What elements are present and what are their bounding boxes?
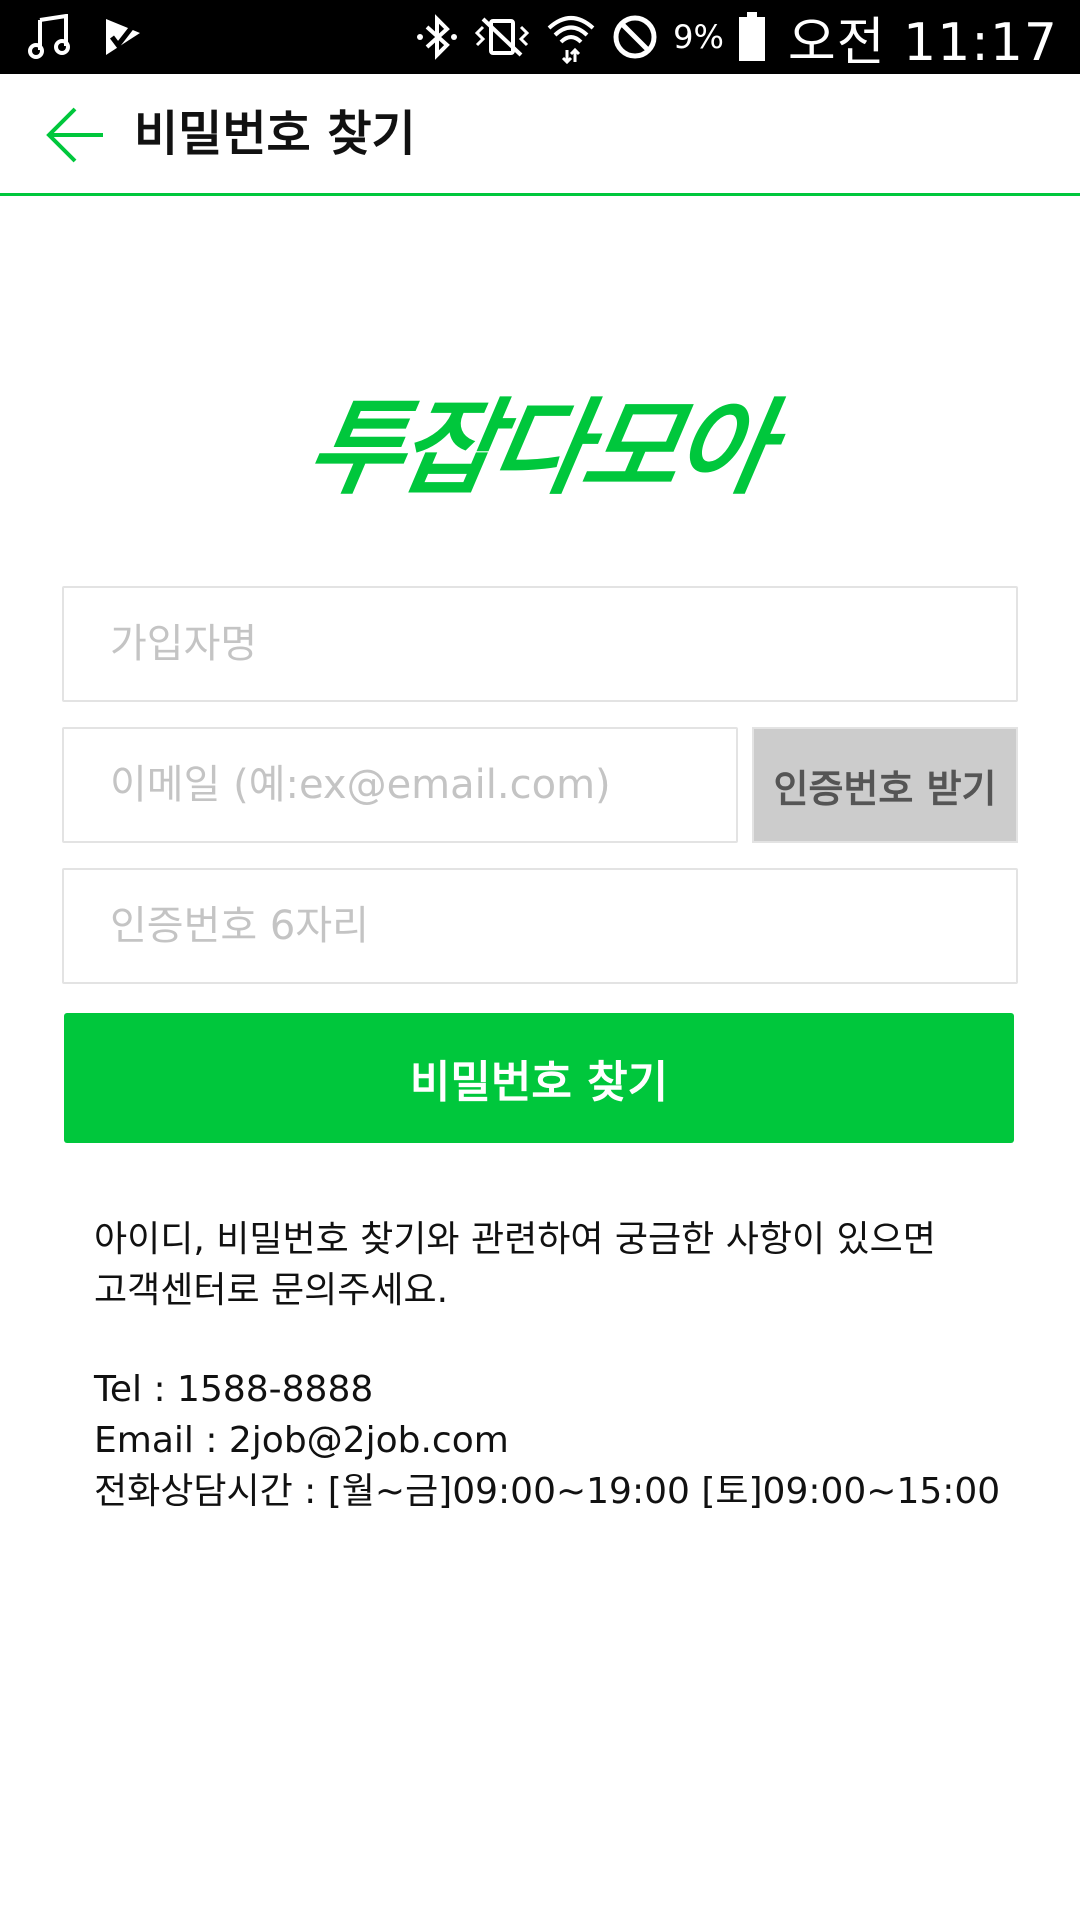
check-flag-icon <box>102 15 144 59</box>
find-password-button[interactable]: 비밀번호 찾기 <box>64 1013 1014 1143</box>
customer-center-info: 아이디, 비밀번호 찾기와 관련하여 궁금한 사항이 있으면 고객센터로 문의주… <box>94 1214 1014 1517</box>
status-bar-right: 9% 오전 11:17 <box>415 0 1058 74</box>
wifi-icon <box>545 10 597 64</box>
request-code-button-label: 인증번호 받기 <box>773 766 997 811</box>
brand-logo: 투잡다모아 <box>0 378 1080 509</box>
app-header: 비밀번호 찾기 <box>0 74 1080 196</box>
clock: 오전 11:17 <box>787 12 1058 73</box>
request-code-button[interactable]: 인증번호 받기 <box>752 727 1018 843</box>
name-field[interactable] <box>62 586 1018 702</box>
battery-percent: 9% <box>673 18 724 56</box>
status-bar-left <box>28 10 144 64</box>
page-title: 비밀번호 찾기 <box>134 106 416 162</box>
email-field[interactable] <box>62 727 738 843</box>
logo-text: 투잡다모아 <box>298 386 779 509</box>
status-bar: 9% 오전 11:17 <box>0 0 1080 74</box>
info-tel: Tel : 1588-8888 <box>94 1369 374 1410</box>
find-password-button-label: 비밀번호 찾기 <box>409 1057 669 1108</box>
info-line-1: 아이디, 비밀번호 찾기와 관련하여 궁금한 사항이 있으면 <box>94 1219 936 1260</box>
bluetooth-icon <box>415 13 459 61</box>
info-email: Email : 2job@2job.com <box>94 1420 509 1461</box>
back-button[interactable] <box>44 104 106 166</box>
info-hours: 전화상담시간 : [월~금]09:00~19:00 [토]09:00~15:00 <box>94 1471 1001 1512</box>
vibrate-mute-icon <box>473 13 531 61</box>
arrow-left-icon <box>46 107 103 163</box>
do-not-disturb-icon <box>611 13 659 61</box>
battery-icon <box>738 12 766 62</box>
info-line-2: 고객센터로 문의주세요. <box>94 1270 449 1311</box>
verification-code-field[interactable] <box>62 868 1018 984</box>
music-icon <box>28 14 72 60</box>
